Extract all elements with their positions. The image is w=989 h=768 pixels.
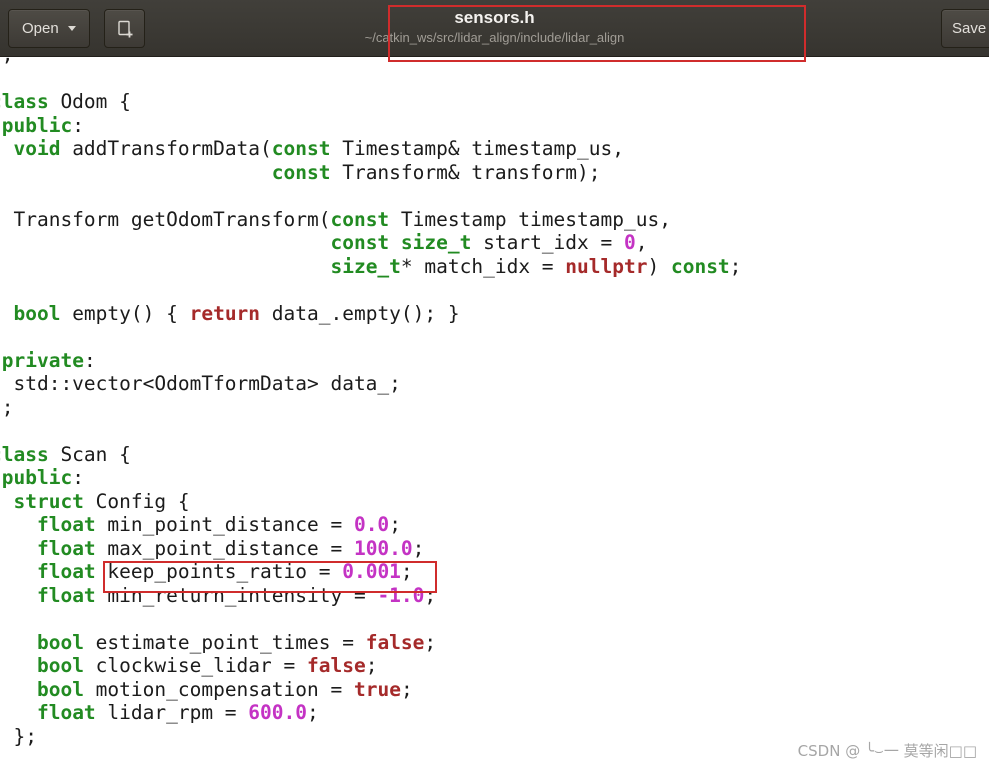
code-content: }; class Odom { public: void addTransform… xyxy=(0,57,989,748)
code-line: public: xyxy=(1,113,84,137)
new-document-button[interactable] xyxy=(104,9,145,48)
header-bar: Open sensors.h ~/catkin_ws/src/lidar_ali… xyxy=(0,0,989,57)
code-line: }; xyxy=(0,395,14,419)
open-button[interactable]: Open xyxy=(8,9,90,48)
gedit-window: Open sensors.h ~/catkin_ws/src/lidar_ali… xyxy=(0,0,989,768)
window-title: sensors.h xyxy=(454,8,535,27)
code-area[interactable]: }; class Odom { public: void addTransform… xyxy=(0,57,989,768)
code-line: bool motion_compensation = true; xyxy=(36,677,413,701)
code-line: bool clockwise_lidar = false; xyxy=(36,654,378,677)
code-line: const Transform& transform); xyxy=(271,160,601,184)
csdn-watermark: CSDN @ ╰⌣一 莫等闲□□ xyxy=(797,742,977,760)
code-line: float keep_points_ratio = 0.001; xyxy=(36,560,413,583)
caret-down-icon xyxy=(67,26,76,31)
code-line: std::vector<OdomTformData> data_; xyxy=(0,372,401,395)
open-button-label: Open xyxy=(22,20,59,37)
code-line: Transform getOdomTransform(const Timesta… xyxy=(0,207,671,231)
code-line: const size_t start_idx = 0, xyxy=(330,231,648,254)
code-line: class Odom { xyxy=(0,90,131,113)
window-subtitle: ~/catkin_ws/src/lidar_align/include/lida… xyxy=(364,30,625,45)
code-line: struct Config { xyxy=(13,489,190,513)
code-line: }; xyxy=(0,57,989,67)
code-line: class Scan { xyxy=(0,442,131,466)
code-line: bool estimate_point_times = false; xyxy=(36,630,437,654)
code-line: float min_point_distance = 0.0; xyxy=(36,513,401,536)
new-document-icon xyxy=(117,20,132,37)
code-line: size_t* match_idx = nullptr) const; xyxy=(330,254,742,278)
code-line: private: xyxy=(1,348,96,372)
save-button[interactable]: Save xyxy=(941,9,989,48)
code-line: bool empty() { return data_.empty(); } xyxy=(13,301,460,325)
window-title-block: sensors.h ~/catkin_ws/src/lidar_align/in… xyxy=(365,8,625,46)
code-line: float min_return_intensity = -1.0; xyxy=(36,583,437,607)
code-line: float lidar_rpm = 600.0; xyxy=(36,701,319,724)
code-line: public: xyxy=(1,466,84,489)
code-line: float max_point_distance = 100.0; xyxy=(36,536,425,560)
save-button-label: Save xyxy=(952,20,987,37)
code-line: void addTransformData(const Timestamp& t… xyxy=(13,137,624,160)
